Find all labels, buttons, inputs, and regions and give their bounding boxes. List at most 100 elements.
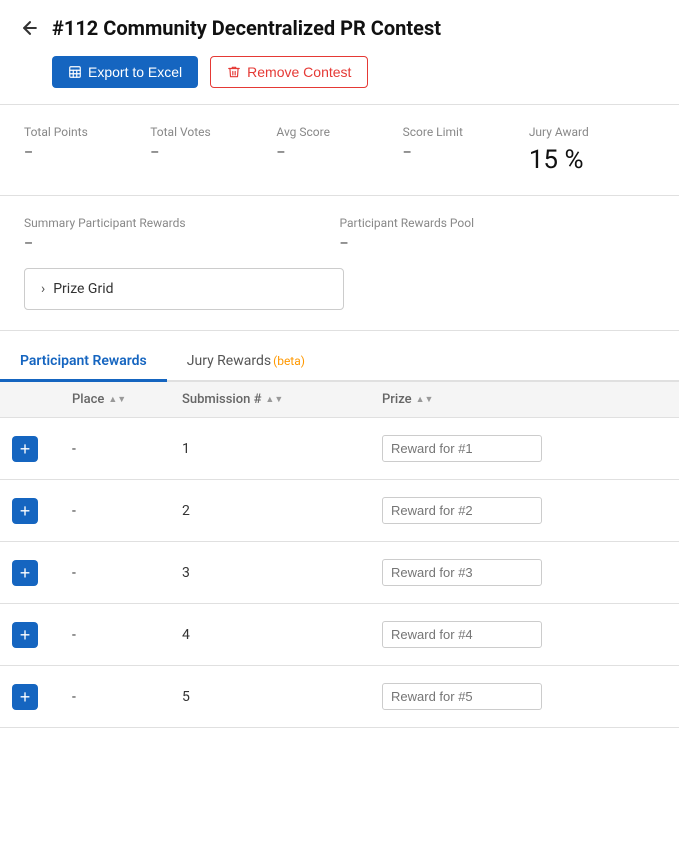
td-place-1: -: [60, 431, 170, 467]
td-action-4: +: [0, 612, 60, 658]
submission-sort-icon: ▲▼: [265, 394, 283, 405]
stat-score-limit-value: –: [403, 145, 529, 161]
th-prize-label: Prize: [382, 392, 412, 407]
prize-input-3[interactable]: [382, 559, 542, 586]
prize-sort-icon: ▲▼: [416, 394, 434, 405]
td-submission-1: 1: [170, 431, 370, 467]
td-prize-2: [370, 487, 679, 534]
add-row-4-button[interactable]: +: [12, 622, 38, 648]
stat-jury-award-label: Jury Award: [529, 125, 655, 139]
stat-total-votes-value: –: [150, 145, 276, 161]
td-place-3: -: [60, 555, 170, 591]
prize-input-5[interactable]: [382, 683, 542, 710]
summary-participant-rewards: Summary Participant Rewards –: [24, 216, 340, 252]
stat-jury-award-value: 15 %: [529, 145, 655, 175]
th-place-label: Place: [72, 392, 104, 407]
stat-total-points-value: –: [24, 145, 150, 161]
table-row: + - 3: [0, 542, 679, 604]
export-label: Export to Excel: [88, 64, 182, 80]
stat-avg-score-label: Avg Score: [276, 125, 402, 139]
summary-rewards-pool: Participant Rewards Pool –: [340, 216, 656, 252]
th-place: Place ▲▼: [60, 382, 170, 417]
td-action-3: +: [0, 550, 60, 596]
export-button[interactable]: Export to Excel: [52, 56, 198, 88]
submission-value-2: 2: [182, 503, 190, 519]
td-action-2: +: [0, 488, 60, 534]
td-submission-2: 2: [170, 493, 370, 529]
export-icon: [68, 65, 82, 79]
summary-section: Summary Participant Rewards – Participan…: [0, 196, 679, 331]
summary-rewards-pool-label: Participant Rewards Pool: [340, 216, 656, 230]
summary-participant-rewards-label: Summary Participant Rewards: [24, 216, 340, 230]
th-action: [0, 382, 60, 417]
rewards-table: Place ▲▼ Submission # ▲▼ Prize ▲▼ + - 1 …: [0, 382, 679, 728]
remove-label: Remove Contest: [247, 64, 351, 80]
th-prize: Prize ▲▼: [370, 382, 679, 417]
tab-participant-rewards[interactable]: Participant Rewards: [0, 343, 167, 382]
stats-section: Total Points – Total Votes – Avg Score –…: [0, 105, 679, 196]
stat-jury-award: Jury Award 15 %: [529, 125, 655, 175]
summary-row: Summary Participant Rewards – Participan…: [24, 216, 655, 252]
td-place-5: -: [60, 679, 170, 715]
th-submission-label: Submission #: [182, 392, 261, 407]
stat-score-limit-label: Score Limit: [403, 125, 529, 139]
td-submission-3: 3: [170, 555, 370, 591]
trash-icon: [227, 65, 241, 79]
actions-row: Export to Excel Remove Contest: [0, 52, 679, 104]
back-button[interactable]: [20, 18, 40, 38]
place-sort-icon: ▲▼: [108, 394, 126, 405]
stat-total-points-label: Total Points: [24, 125, 150, 139]
table-row: + - 2: [0, 480, 679, 542]
td-action-5: +: [0, 674, 60, 720]
tab-jury-rewards[interactable]: Jury Rewards(beta): [167, 343, 325, 382]
stat-total-points: Total Points –: [24, 125, 150, 175]
td-submission-5: 5: [170, 679, 370, 715]
submission-value-1: 1: [182, 441, 190, 457]
td-prize-5: [370, 673, 679, 720]
td-place-4: -: [60, 617, 170, 653]
tab-participant-rewards-label: Participant Rewards: [20, 353, 147, 369]
summary-participant-rewards-value: –: [24, 236, 340, 252]
td-action-1: +: [0, 426, 60, 472]
prize-grid-label: Prize Grid: [53, 281, 113, 297]
th-submission: Submission # ▲▼: [170, 382, 370, 417]
table-row: + - 1: [0, 418, 679, 480]
stat-total-votes-label: Total Votes: [150, 125, 276, 139]
stat-total-votes: Total Votes –: [150, 125, 276, 175]
td-place-2: -: [60, 493, 170, 529]
place-value-1: -: [72, 441, 76, 457]
table-row: + - 5: [0, 666, 679, 728]
prize-input-2[interactable]: [382, 497, 542, 524]
chevron-right-icon: ›: [41, 281, 45, 297]
td-submission-4: 4: [170, 617, 370, 653]
table-header-row: Place ▲▼ Submission # ▲▼ Prize ▲▼: [0, 382, 679, 418]
stat-score-limit: Score Limit –: [403, 125, 529, 175]
remove-button[interactable]: Remove Contest: [210, 56, 368, 88]
add-row-5-button[interactable]: +: [12, 684, 38, 710]
stat-avg-score-value: –: [276, 145, 402, 161]
place-value-4: -: [72, 627, 76, 643]
place-value-3: -: [72, 565, 76, 581]
tab-jury-rewards-label: Jury Rewards: [187, 353, 271, 369]
add-row-2-button[interactable]: +: [12, 498, 38, 524]
prize-grid-box[interactable]: › Prize Grid: [24, 268, 344, 310]
prize-input-4[interactable]: [382, 621, 542, 648]
page-title: #112 Community Decentralized PR Contest: [52, 16, 441, 40]
td-prize-3: [370, 549, 679, 596]
tabs-section: Participant Rewards Jury Rewards(beta): [0, 343, 679, 382]
summary-rewards-pool-value: –: [340, 236, 656, 252]
tab-jury-rewards-beta: (beta): [273, 354, 305, 368]
submission-value-5: 5: [182, 689, 190, 705]
td-prize-1: [370, 425, 679, 472]
page-header: #112 Community Decentralized PR Contest: [0, 0, 679, 52]
place-value-5: -: [72, 689, 76, 705]
submission-value-3: 3: [182, 565, 190, 581]
stat-avg-score: Avg Score –: [276, 125, 402, 175]
submission-value-4: 4: [182, 627, 190, 643]
add-row-3-button[interactable]: +: [12, 560, 38, 586]
add-row-1-button[interactable]: +: [12, 436, 38, 462]
td-prize-4: [370, 611, 679, 658]
prize-input-1[interactable]: [382, 435, 542, 462]
place-value-2: -: [72, 503, 76, 519]
table-row: + - 4: [0, 604, 679, 666]
